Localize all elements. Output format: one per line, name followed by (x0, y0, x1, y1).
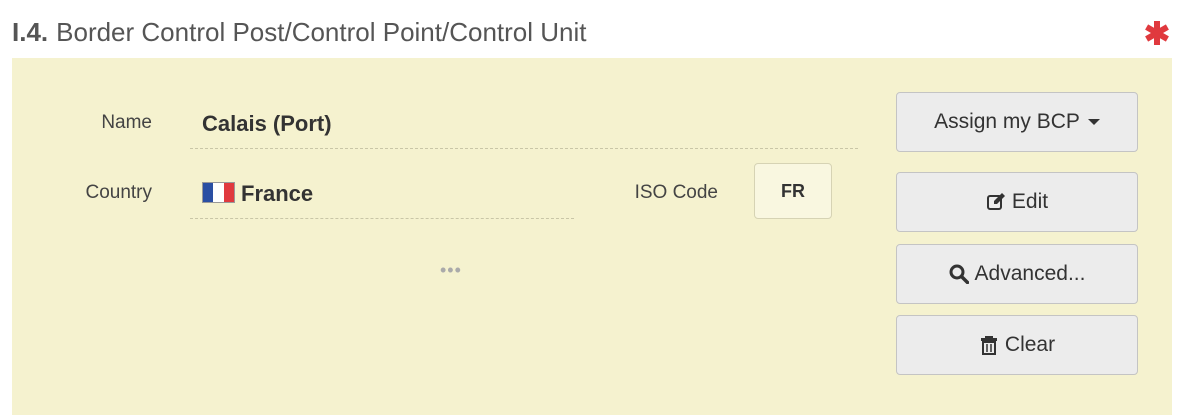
assign-my-bcp-button[interactable]: Assign my BCP (896, 92, 1138, 152)
flag-france-icon (202, 182, 235, 203)
caret-down-icon (1087, 119, 1100, 125)
section-header: I.4. Border Control Post/Control Point/C… (12, 12, 587, 52)
iso-code-field[interactable]: FR (754, 163, 832, 219)
country-underline (190, 218, 574, 219)
clear-button[interactable]: Clear (896, 315, 1138, 375)
section-title: Border Control Post/Control Point/Contro… (56, 16, 587, 47)
assign-my-bcp-label: Assign my BCP (934, 110, 1080, 133)
advanced-label: Advanced... (974, 262, 1086, 285)
asterisk-icon (1145, 21, 1169, 45)
name-label: Name (101, 112, 152, 133)
country-value: France (241, 181, 314, 206)
country-label: Country (85, 182, 152, 203)
iso-label: ISO Code (634, 182, 718, 203)
edit-button[interactable]: Edit (896, 172, 1138, 232)
trash-icon (980, 336, 997, 355)
section-number: I.4. (12, 16, 49, 47)
name-value: Calais (Port) (202, 111, 332, 136)
clear-label: Clear (1004, 333, 1056, 356)
advanced-button[interactable]: Advanced... (896, 244, 1138, 304)
search-icon (949, 264, 969, 284)
name-underline (190, 148, 858, 149)
edit-label: Edit (1011, 190, 1049, 213)
edit-icon (986, 193, 1005, 210)
bcp-panel: Name Calais (Port) Country France ISO Co… (12, 58, 1172, 415)
more-dots[interactable]: ••• (440, 260, 462, 281)
